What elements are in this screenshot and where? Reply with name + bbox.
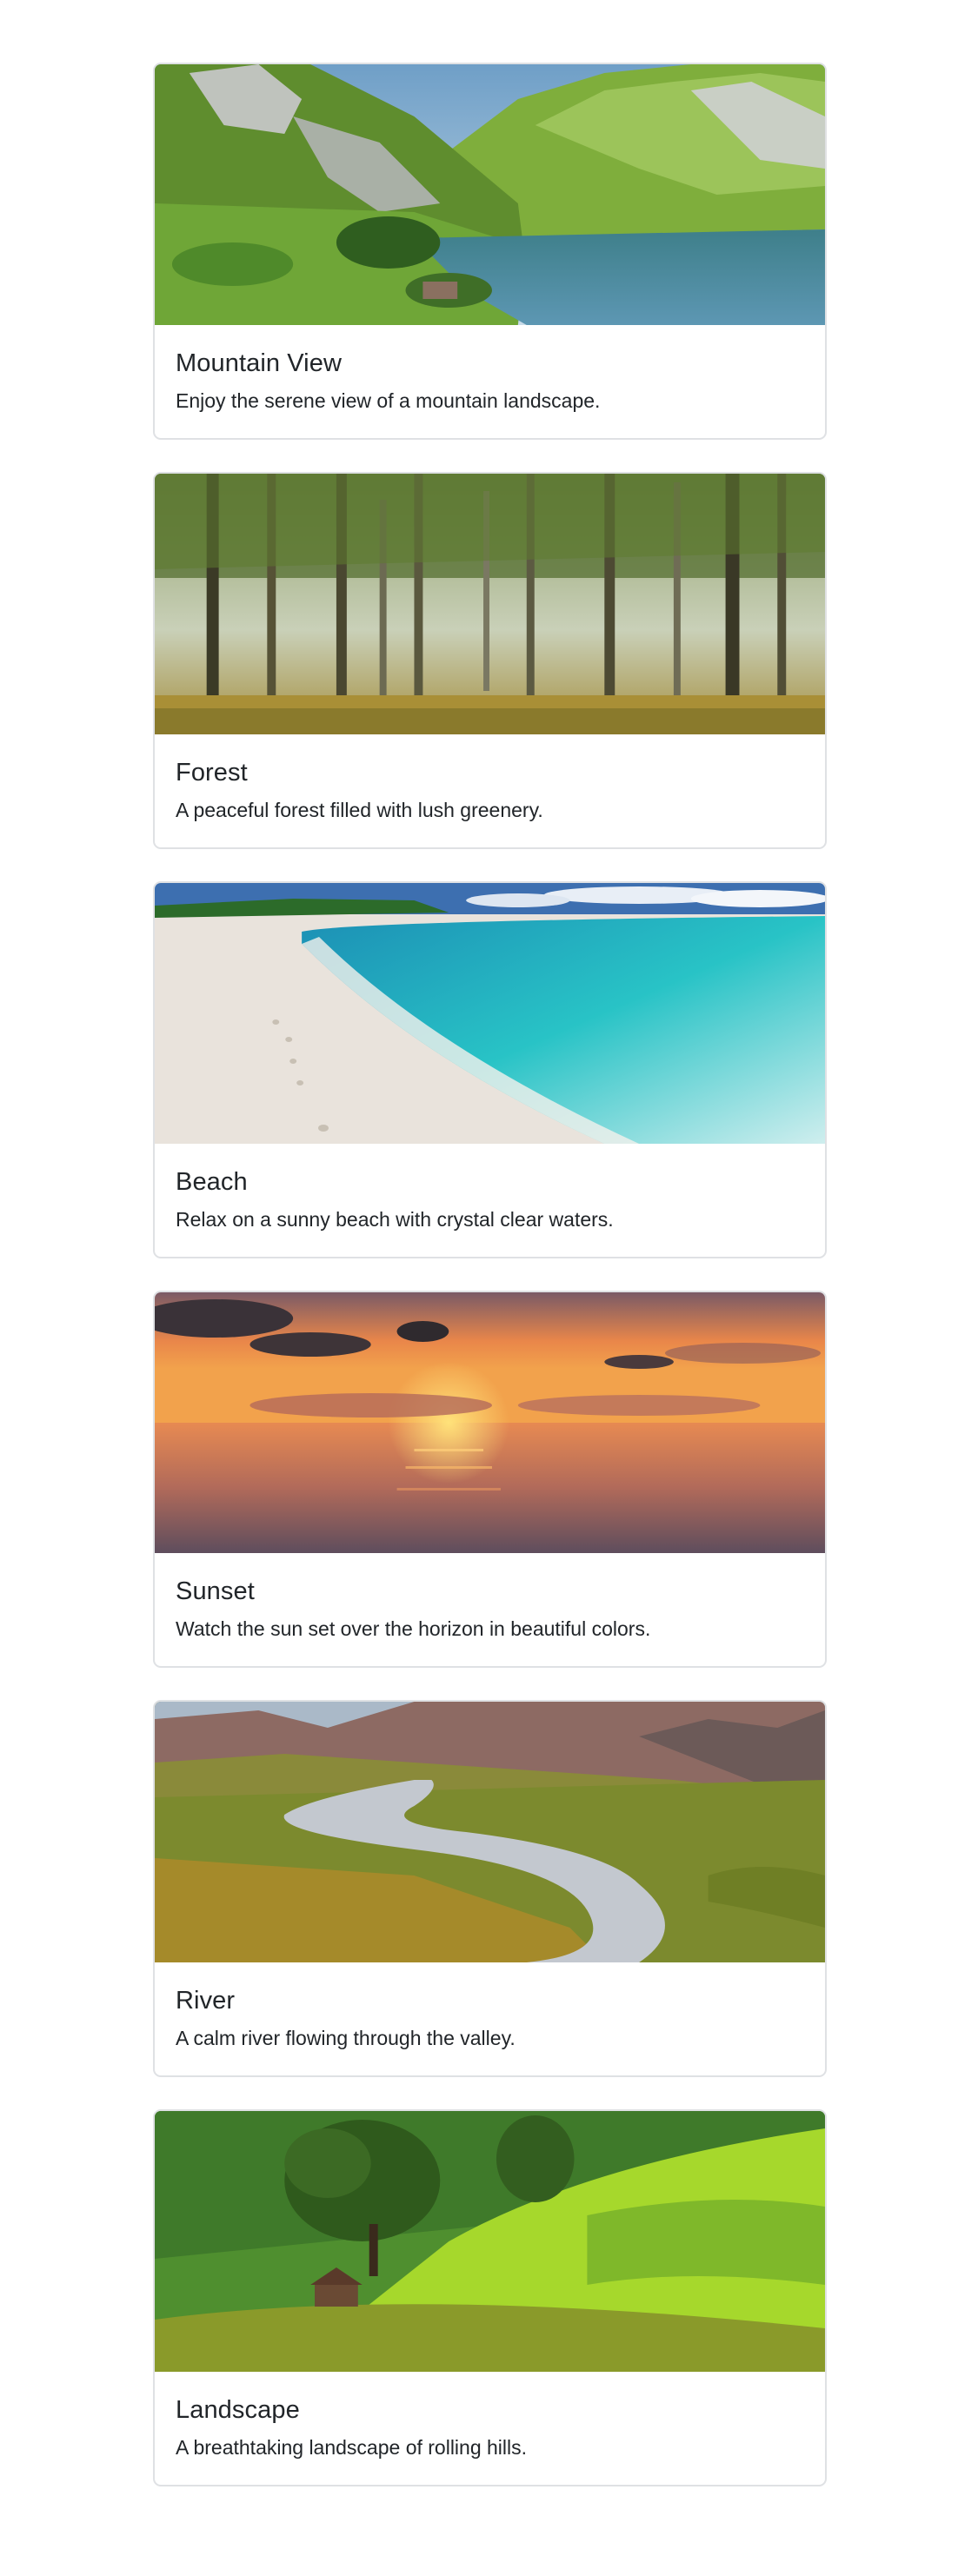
mountain-lake-image (155, 64, 825, 325)
sunset-image (155, 1292, 825, 1553)
card-body: River A calm river flowing through the v… (155, 1962, 825, 2051)
card-landscape[interactable]: Landscape A breathtaking landscape of ro… (153, 2109, 827, 2486)
forest-image (155, 474, 825, 734)
card-body: Mountain View Enjoy the serene view of a… (155, 325, 825, 414)
landscape-image (155, 2111, 825, 2372)
card-text: A breathtaking landscape of rolling hill… (176, 2436, 528, 2459)
card-beach[interactable]: Beach Relax on a sunny beach with crysta… (153, 881, 827, 1258)
card-body: Beach Relax on a sunny beach with crysta… (155, 1144, 825, 1232)
card-title: Beach (176, 1168, 248, 1196)
card-list: Mountain View Enjoy the serene view of a… (153, 63, 827, 2519)
card-title: Forest (176, 759, 248, 787)
card-text: A peaceful forest filled with lush green… (176, 799, 543, 821)
card-text: A calm river flowing through the valley. (176, 2027, 516, 2049)
card-river[interactable]: River A calm river flowing through the v… (153, 1700, 827, 2077)
card-title: Mountain View (176, 349, 342, 377)
card-body: Sunset Watch the sun set over the horizo… (155, 1553, 825, 1642)
card-body: Landscape A breathtaking landscape of ro… (155, 2372, 825, 2460)
card-title: Sunset (176, 1577, 255, 1605)
card-sunset[interactable]: Sunset Watch the sun set over the horizo… (153, 1291, 827, 1668)
card-body: Forest A peaceful forest filled with lus… (155, 734, 825, 823)
beach-image (155, 883, 825, 1144)
card-forest[interactable]: Forest A peaceful forest filled with lus… (153, 472, 827, 849)
river-image (155, 1702, 825, 1962)
card-text: Watch the sun set over the horizon in be… (176, 1617, 651, 1640)
card-mountain-view[interactable]: Mountain View Enjoy the serene view of a… (153, 63, 827, 440)
card-text: Enjoy the serene view of a mountain land… (176, 389, 601, 412)
card-title: River (176, 1987, 236, 2015)
card-title: Landscape (176, 2396, 300, 2424)
card-text: Relax on a sunny beach with crystal clea… (176, 1208, 614, 1231)
